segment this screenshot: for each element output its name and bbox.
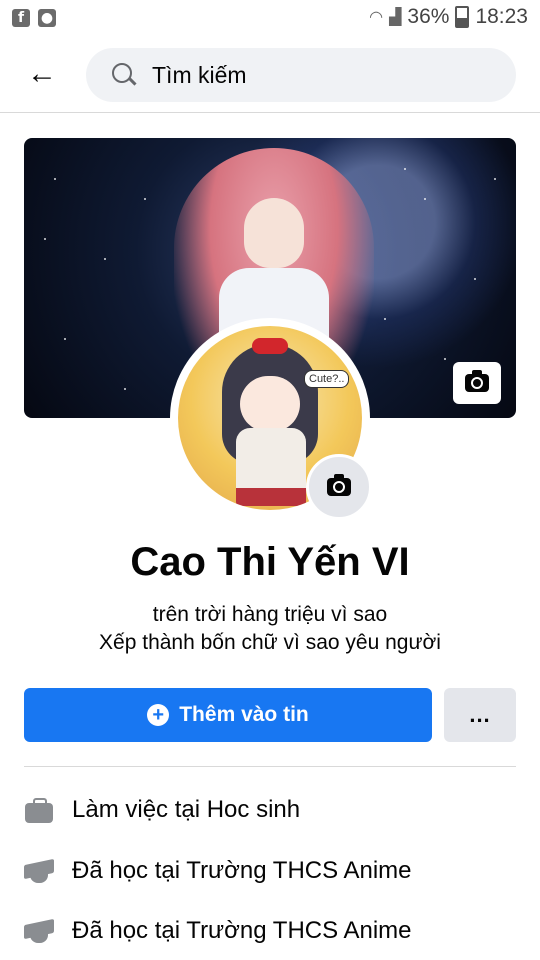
battery-icon <box>455 6 470 28</box>
system-status: ◠ ▟ 36% 18:23 <box>369 5 528 29</box>
status-bar: f ● ◠ ▟ 36% 18:23 <box>0 0 540 36</box>
add-to-story-button[interactable]: + Thêm vào tin <box>24 688 432 742</box>
app-notification-icon: ● <box>38 9 56 27</box>
notification-icons: f ● <box>12 9 56 27</box>
camera-icon <box>327 474 351 496</box>
search-bar[interactable]: Tìm kiếm <box>86 48 516 102</box>
plus-icon: + <box>147 704 170 726</box>
info-row-education: Đã học tại Trường THCS Anime <box>24 911 524 951</box>
profile-picture-frame[interactable]: Cute?.. <box>170 318 372 520</box>
facebook-notification-icon: f <box>12 9 30 27</box>
profile-name: Cao Thi Yến VI <box>130 540 410 584</box>
info-text: Làm việc tại Hoc sinh <box>72 796 301 823</box>
graduation-cap-icon <box>24 856 54 886</box>
edit-cover-button[interactable] <box>453 362 501 404</box>
info-row-work: Làm việc tại Hoc sinh <box>24 790 524 830</box>
edit-profile-picture-button[interactable] <box>306 454 372 520</box>
more-icon: ... <box>469 702 491 727</box>
camera-icon <box>465 370 489 392</box>
graduation-cap-icon <box>24 916 54 946</box>
wifi-icon: ◠ <box>369 9 384 26</box>
avatar-speech-bubble: Cute?.. <box>304 370 350 388</box>
bio-line-1: trên trời hàng triệu vì sao <box>152 603 388 626</box>
info-text: Đã học tại Trường THCS Anime <box>72 917 412 944</box>
briefcase-icon <box>24 795 54 825</box>
divider <box>24 766 516 767</box>
info-text: Đã học tại Trường THCS Anime <box>72 857 412 884</box>
battery-percent: 36% <box>407 5 450 28</box>
bio-line-2: Xếp thành bốn chữ vì sao yêu người <box>99 631 441 654</box>
search-icon <box>112 63 136 87</box>
back-arrow-icon[interactable]: ← <box>22 56 62 92</box>
signal-icon: ▟ <box>389 9 402 26</box>
add-to-story-label: Thêm vào tin <box>179 703 309 726</box>
clock: 18:23 <box>475 5 528 28</box>
top-bar: ← Tìm kiếm <box>0 36 540 113</box>
search-label: Tìm kiếm <box>152 61 247 88</box>
more-options-button[interactable]: ... <box>444 688 516 742</box>
info-row-education: Đã học tại Trường THCS Anime <box>24 851 524 891</box>
